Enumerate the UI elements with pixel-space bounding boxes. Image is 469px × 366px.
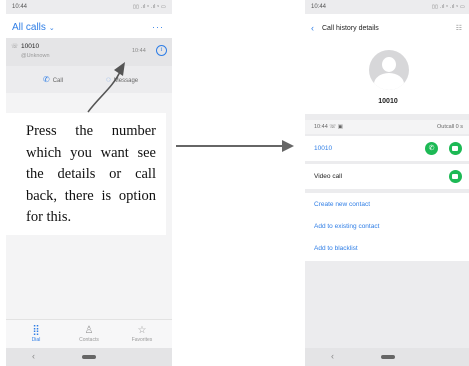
status-bar: 10:44 ▯▯ .ıl ᵛ .ıl ᵛ ▭ — [305, 0, 469, 14]
contact-name: 10010 — [378, 98, 398, 105]
log-status: Outcall 0 s — [437, 124, 463, 130]
status-icons: ▯▯ .ıl ᵛ .ıl ᵛ ▭ — [432, 4, 465, 10]
add-to-blacklist-link[interactable]: Add to blacklist — [314, 245, 358, 252]
video-icon — [452, 174, 458, 179]
menu-icon[interactable]: ☷ — [456, 24, 462, 32]
phone-icon: ✆ — [428, 145, 435, 152]
contact-actions: Create new contact Add to existing conta… — [305, 193, 469, 261]
avatar-head — [382, 57, 396, 72]
call-log-entry: 10:44 ☏ ▣ Outcall 0 s — [305, 120, 469, 134]
video-call-button[interactable] — [449, 142, 462, 155]
video-icon — [452, 146, 458, 151]
transition-arrow-head — [282, 140, 294, 152]
video-call-row-button[interactable] — [449, 170, 462, 183]
log-time: 10:44 ☏ ▣ — [314, 124, 343, 130]
instruction-text: Press the number which you want see the … — [26, 123, 156, 225]
avatar-body — [374, 73, 404, 90]
details-header: ‹ Call history details ☷ — [305, 14, 469, 42]
phone-number[interactable]: 10010 — [314, 145, 332, 152]
pointer-arrow-curve — [87, 71, 121, 113]
page-title: Call history details — [322, 25, 379, 32]
create-new-contact-link[interactable]: Create new contact — [314, 201, 370, 208]
transition-arrow-line — [176, 145, 284, 147]
call-button[interactable]: ✆ — [425, 142, 438, 155]
status-time: 10:44 — [311, 4, 327, 10]
nav-home-pill[interactable] — [381, 355, 395, 359]
instruction-callout: Press the number which you want see the … — [6, 113, 166, 235]
contact-profile: 10010 — [305, 42, 469, 114]
video-call-label: Video call — [314, 173, 343, 180]
nav-back-icon[interactable]: ‹ — [331, 351, 334, 361]
number-row[interactable]: 10010 ✆ — [305, 136, 469, 161]
back-icon[interactable]: ‹ — [311, 23, 314, 33]
system-nav-bar: ‹ — [305, 348, 469, 366]
call-history-details-screen: 10:44 ▯▯ .ıl ᵛ .ıl ᵛ ▭ ‹ Call history de… — [305, 0, 469, 366]
add-to-existing-contact-link[interactable]: Add to existing contact — [314, 223, 379, 230]
avatar — [369, 50, 409, 90]
video-call-row[interactable]: Video call — [305, 164, 469, 189]
